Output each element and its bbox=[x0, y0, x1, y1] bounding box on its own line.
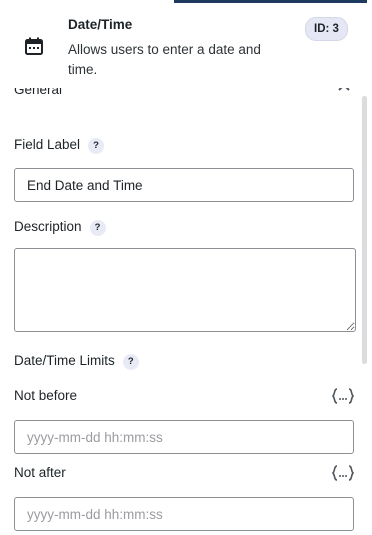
field-type-description: Allows users to enter a date and time. bbox=[68, 42, 261, 77]
description-textarea[interactable] bbox=[14, 248, 356, 332]
field-label-heading: Field Label? bbox=[14, 137, 105, 154]
not-before-label: Not before bbox=[14, 388, 78, 403]
description-label-text: Description bbox=[14, 219, 82, 234]
not-after-input[interactable] bbox=[14, 497, 354, 531]
field-label-text: Field Label bbox=[14, 137, 81, 152]
description-help-icon[interactable]: ? bbox=[89, 220, 106, 236]
field-header: Date/Time Allows users to enter a date a… bbox=[0, 3, 367, 88]
variables-icon[interactable] bbox=[331, 387, 355, 405]
field-type-title: Date/Time bbox=[68, 17, 133, 32]
field-id-badge: ID: 3 bbox=[305, 17, 348, 41]
limits-heading: Date/Time Limits? bbox=[14, 353, 139, 370]
calendar-icon bbox=[25, 37, 43, 55]
description-heading: Description? bbox=[14, 219, 106, 236]
field-label-help-icon[interactable]: ? bbox=[88, 138, 105, 154]
limits-help-icon[interactable]: ? bbox=[122, 354, 139, 370]
field-label-input[interactable] bbox=[14, 168, 354, 202]
limits-label-text: Date/Time Limits bbox=[14, 353, 115, 368]
not-before-input[interactable] bbox=[14, 420, 354, 454]
scrollbar[interactable] bbox=[362, 96, 367, 364]
variables-icon[interactable] bbox=[331, 464, 355, 482]
not-after-label: Not after bbox=[14, 465, 66, 480]
